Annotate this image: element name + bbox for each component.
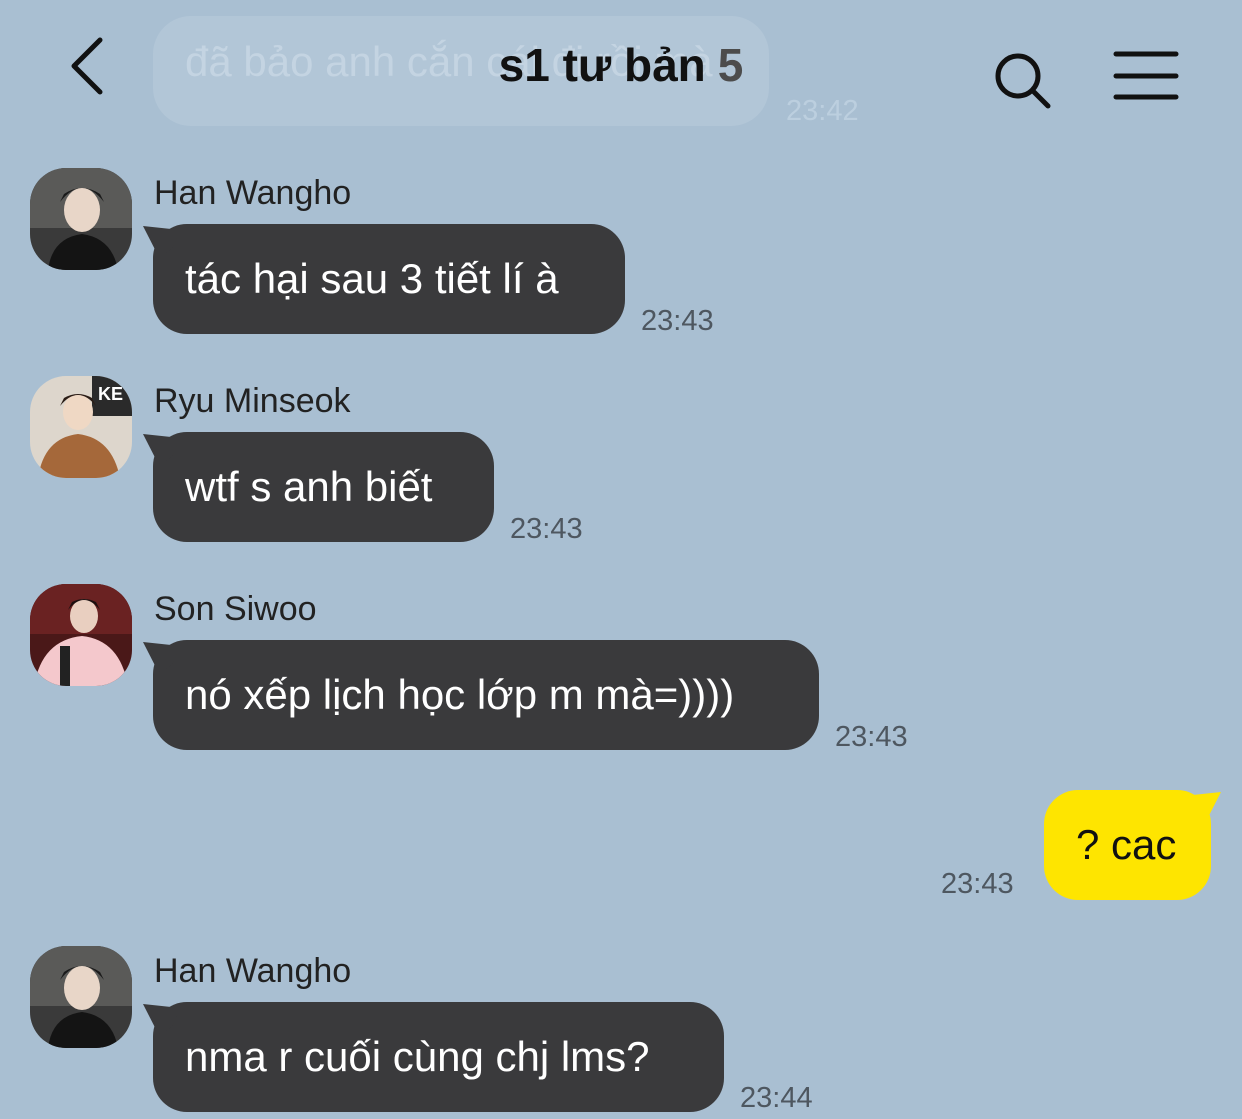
message-bubble[interactable]: wtf s anh biết — [153, 432, 494, 542]
message-bubble[interactable]: nma r cuối cùng chj lms? — [153, 1002, 724, 1112]
message-bubble[interactable]: tác hại sau 3 tiết lí à — [153, 224, 625, 334]
previous-message-time: 23:42 — [786, 95, 859, 127]
member-count: 5 — [717, 39, 744, 91]
my-message-bubble[interactable]: ? cac — [1044, 790, 1211, 900]
avatar-son-siwoo[interactable] — [30, 584, 132, 686]
message-text: nó xếp lịch học lớp m mà=)))) — [185, 671, 735, 718]
search-icon — [995, 53, 1051, 109]
menu-button[interactable] — [1112, 50, 1180, 102]
sender-name: Han Wangho — [154, 952, 352, 990]
sender-name: Han Wangho — [154, 174, 352, 212]
chat-title: s1 tư bản 5 — [0, 38, 1242, 92]
message-text: tác hại sau 3 tiết lí à — [185, 255, 559, 302]
avatar-ryu-minseok[interactable]: KE — [30, 376, 132, 478]
avatar-image — [30, 584, 132, 686]
message-text: nma r cuối cùng chj lms? — [185, 1033, 650, 1080]
svg-text:KE: KE — [98, 384, 123, 404]
avatar-han-wangho[interactable] — [30, 946, 132, 1048]
message-time: 23:44 — [740, 1082, 813, 1114]
message-time: 23:43 — [641, 305, 714, 337]
sender-name: Ryu Minseok — [154, 382, 351, 420]
message-text: ? cac — [1076, 821, 1177, 868]
message-time: 23:43 — [835, 721, 908, 753]
avatar-image: KE — [30, 376, 132, 478]
search-button[interactable] — [990, 48, 1054, 112]
avatar-image — [30, 946, 132, 1048]
message-bubble[interactable]: nó xếp lịch học lớp m mà=)))) — [153, 640, 819, 750]
avatar-image — [30, 168, 132, 270]
avatar-han-wangho[interactable] — [30, 168, 132, 270]
chat-screen: đã bảo anh cắn cái đi rồi mà 23:42 s1 tư… — [0, 0, 1242, 1119]
chat-name: s1 tư bản — [498, 39, 706, 91]
message-time: 23:43 — [510, 513, 583, 545]
sender-name: Son Siwoo — [154, 590, 317, 628]
message-time: 23:43 — [941, 868, 1014, 900]
menu-icon — [1113, 51, 1179, 100]
message-text: wtf s anh biết — [185, 463, 433, 510]
